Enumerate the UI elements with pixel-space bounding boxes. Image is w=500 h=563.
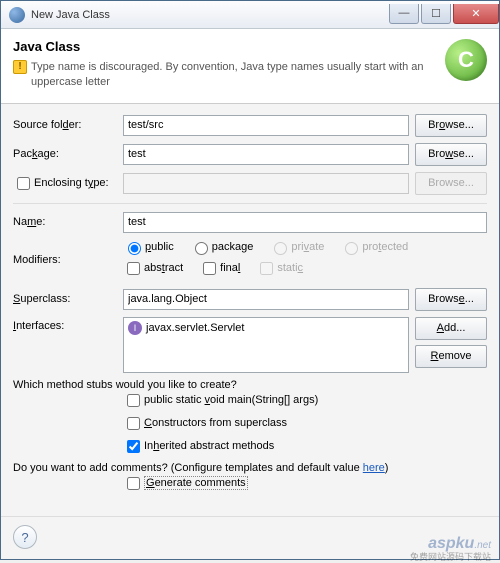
source-folder-input[interactable] — [123, 115, 409, 136]
package-label: Package: — [13, 148, 123, 160]
modifier-protected-radio: protected — [340, 239, 408, 255]
interfaces-remove-button[interactable]: Remove — [415, 345, 487, 368]
titlebar-text: New Java Class — [31, 9, 387, 21]
modifier-static-checkbox: static — [256, 259, 303, 278]
page-title: Java Class — [13, 39, 437, 54]
modifier-package-radio[interactable]: package — [190, 239, 254, 255]
enclosing-type-input — [123, 173, 409, 194]
modifier-public-radio[interactable]: public — [123, 239, 174, 255]
source-folder-browse-button[interactable]: Browse... — [415, 114, 487, 137]
header-section: Java Class ! Type name is discouraged. B… — [1, 29, 499, 104]
interface-icon: I — [128, 321, 142, 335]
name-input[interactable] — [123, 212, 487, 233]
bottom-bar: ? — [1, 516, 499, 559]
titlebar[interactable]: New Java Class — ☐ ✕ — [1, 1, 499, 29]
dialog-window: New Java Class — ☐ ✕ Java Class ! Type n… — [0, 0, 500, 560]
modifiers-label: Modifiers: — [13, 254, 123, 266]
superclass-browse-button[interactable]: Browse... — [415, 288, 487, 311]
enclosing-type-checkbox[interactable] — [17, 177, 30, 190]
superclass-input[interactable] — [123, 289, 409, 310]
comments-question: Do you want to add comments? (Configure … — [13, 462, 487, 474]
package-input[interactable] — [123, 144, 409, 165]
minimize-button[interactable]: — — [389, 4, 419, 24]
source-folder-label: Source folder: — [13, 119, 123, 131]
interfaces-list[interactable]: I javax.servlet.Servlet — [123, 317, 409, 373]
enclosing-type-label: Enclosing type: — [13, 174, 123, 193]
enclosing-type-browse-button: Browse... — [415, 172, 487, 195]
close-button[interactable]: ✕ — [453, 4, 499, 24]
modifier-final-checkbox[interactable]: final — [199, 259, 240, 278]
superclass-label: Superclass: — [13, 293, 123, 305]
stub-inherited-label: Inherited abstract methods — [144, 440, 274, 452]
stub-inherited-checkbox[interactable] — [127, 440, 140, 453]
configure-templates-link[interactable]: here — [363, 462, 385, 474]
interface-item[interactable]: I javax.servlet.Servlet — [124, 318, 408, 338]
stub-constructors-checkbox[interactable] — [127, 417, 140, 430]
package-browse-button[interactable]: Browse... — [415, 143, 487, 166]
maximize-button[interactable]: ☐ — [421, 4, 451, 24]
interfaces-add-button[interactable]: Add... — [415, 317, 487, 340]
interfaces-label: Interfaces: — [13, 317, 123, 332]
app-icon — [9, 7, 25, 23]
generate-comments-checkbox[interactable] — [127, 477, 140, 490]
modifier-abstract-checkbox[interactable]: abstract — [123, 259, 183, 278]
help-button[interactable]: ? — [13, 525, 37, 549]
validation-text: Type name is discouraged. By convention,… — [31, 60, 437, 91]
window-controls: — ☐ ✕ — [387, 4, 499, 26]
interface-item-label: javax.servlet.Servlet — [146, 322, 244, 334]
stub-main-checkbox[interactable] — [127, 394, 140, 407]
method-stubs-question: Which method stubs would you like to cre… — [13, 379, 487, 391]
class-icon: C — [445, 39, 487, 81]
modifier-private-radio: private — [269, 239, 324, 255]
stub-constructors-label: Constructors from superclass — [144, 417, 287, 429]
validation-message: ! Type name is discouraged. By conventio… — [13, 60, 437, 91]
warning-icon: ! — [13, 60, 27, 74]
form-area: Source folder: Browse... Package: Browse… — [1, 104, 499, 516]
generate-comments-label: Generate comments — [144, 476, 248, 490]
stub-main-label: public static void main(String[] args) — [144, 394, 318, 406]
name-label: Name: — [13, 216, 123, 228]
